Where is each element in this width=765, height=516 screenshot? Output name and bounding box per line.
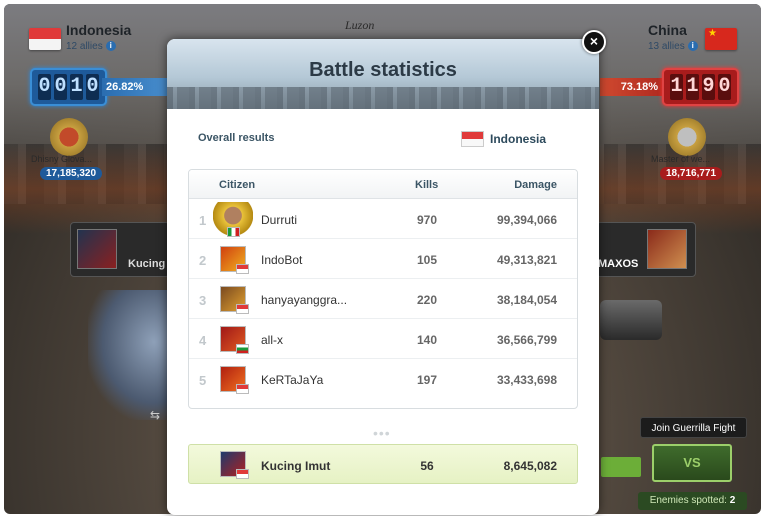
citizen-name[interactable]: Durruti [261,213,297,227]
row-rank: 3 [199,293,207,308]
citizen-damage: 38,184,054 [496,293,557,307]
score-digit: 9 [702,74,715,100]
left-domination-percent: 26.82% [102,78,172,96]
health-bar [601,457,641,477]
right-hero-name[interactable]: Master of we... [651,154,710,164]
left-hero-damage: 17,185,320 [40,167,103,180]
table-row[interactable]: 1 Durruti 970 99,394,066 [189,199,577,239]
citizen-flag-icon [236,304,249,314]
citizen-name[interactable]: all-x [261,333,283,347]
citizen-name[interactable]: hanyayanggra... [261,293,347,307]
score-digit: 0 [38,74,51,100]
table-row[interactable]: 5 KeRTaJaYa 197 33,433,698 [189,359,577,399]
citizen-kills: 970 [416,213,438,227]
enemies-count: 2 [729,495,736,506]
row-rank: 5 [199,373,207,388]
right-allies-label: 13 allies [648,41,685,52]
left-hero-medal-icon[interactable] [50,118,88,156]
china-flag [705,28,737,50]
left-score-counter: 0 0 1 0 [30,68,107,106]
column-citizen: Citizen [219,179,256,191]
region-name: Luzon [345,18,375,32]
citizen-damage: 99,394,066 [496,213,557,227]
right-score-counter: 1 1 9 0 [662,68,739,106]
right-hero-damage: 18,716,771 [660,167,723,180]
citizen-damage: 49,313,821 [496,253,557,267]
left-country-name: Indonesia [66,22,132,38]
right-hero-medal-icon[interactable] [668,118,706,156]
current-player-damage: 8,645,082 [503,459,557,473]
right-country-name: China [648,22,687,38]
left-hero-name[interactable]: Dhisny Giova... [31,154,92,164]
table-row[interactable]: 2 IndoBot 105 49,313,821 [189,239,577,279]
citizen-name[interactable]: KeRTaJaYa [261,373,323,387]
enemies-label: Enemies spotted: [649,495,727,506]
column-kills: Kills [415,179,439,191]
right-player-name: MAXOS [598,258,639,270]
citizen-kills: 197 [416,373,438,387]
score-digit: 1 [670,74,683,100]
swap-arrows-icon[interactable]: ⇆ [150,408,160,422]
skyline-banner [167,87,599,109]
citizen-damage: 36,566,799 [496,333,557,347]
citizen-damage: 33,433,698 [496,373,557,387]
right-allies[interactable]: 13 allies i [648,41,698,52]
citizen-flag-icon [236,264,249,274]
citizen-kills: 140 [416,333,438,347]
indonesia-flag [29,28,61,50]
player-avatar [647,229,687,269]
right-domination-percent: 73.18% [600,78,662,96]
battle-statistics-modal: Battle statistics Overall results Indone… [167,39,599,515]
current-player-row[interactable]: Kucing Imut 56 8,645,082 [188,444,578,484]
left-allies-label: 12 allies [66,41,103,52]
citizen-kills: 105 [416,253,438,267]
citizen-flag-icon [236,469,249,479]
more-rows-ellipsis: ••• [373,425,391,441]
gun-weapon-image [600,300,662,340]
table-header: Citizen Kills Damage [189,170,577,199]
row-rank: 2 [199,253,207,268]
guerrilla-fight-button[interactable]: VS [652,444,732,482]
side-selector[interactable]: Indonesia [490,132,546,146]
current-player-name[interactable]: Kucing Imut [261,459,330,473]
score-digit: 1 [686,74,699,100]
score-digit: 0 [718,74,731,100]
row-rank: 1 [199,213,207,228]
score-digit: 0 [86,74,99,100]
citizen-flag-icon [236,344,249,354]
left-allies[interactable]: 12 allies i [66,41,116,52]
guerrilla-tooltip: Join Guerrilla Fight [640,417,747,438]
score-digit: 0 [54,74,67,100]
table-row[interactable]: 4 all-x 140 36,566,799 [189,319,577,359]
citizen-flag-icon [227,227,240,237]
table-row[interactable]: 3 hanyayanggra... 220 38,184,054 [189,279,577,319]
modal-header: Battle statistics [167,39,599,109]
modal-title: Battle statistics [309,59,457,81]
info-icon[interactable]: i [105,41,116,52]
close-icon[interactable]: × [582,30,606,54]
row-rank: 4 [199,333,207,348]
citizen-flag-icon [236,384,249,394]
citizen-kills: 220 [416,293,438,307]
stats-table: Citizen Kills Damage 1 Durruti 970 99,39… [188,169,578,409]
column-damage: Damage [514,179,557,191]
current-player-kills: 56 [420,459,434,473]
left-player-name: Kucing [128,258,166,270]
enemies-spotted: Enemies spotted: 2 [638,492,747,510]
overall-results-label: Overall results [198,132,275,144]
score-digit: 1 [70,74,83,100]
info-icon[interactable]: i [687,41,698,52]
citizen-name[interactable]: IndoBot [261,253,302,267]
player-avatar [77,229,117,269]
side-flag-icon [461,131,484,147]
